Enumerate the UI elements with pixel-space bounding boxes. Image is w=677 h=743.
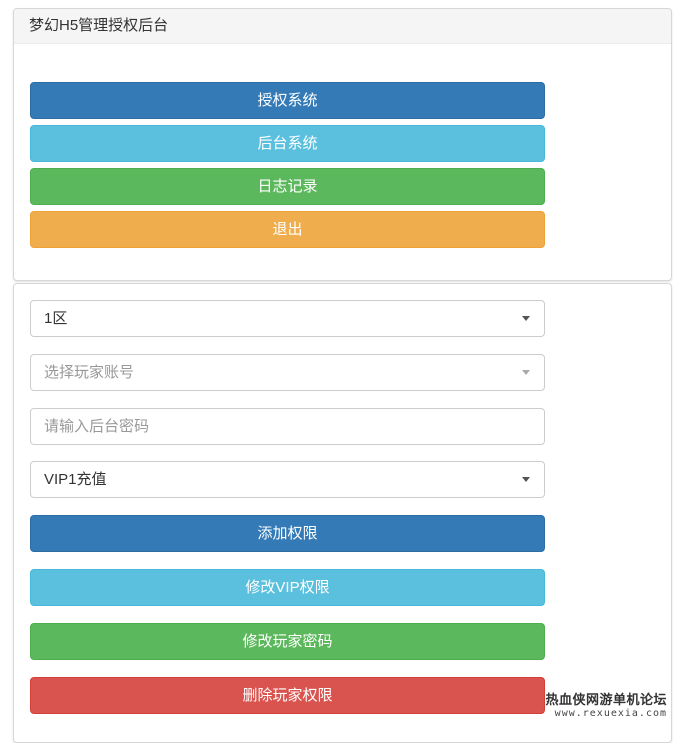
log-records-button[interactable]: 日志记录	[30, 168, 545, 205]
server-select-value: 1区	[44, 310, 68, 327]
player-account-placeholder: 选择玩家账号	[44, 364, 135, 381]
server-select[interactable]: 1区	[30, 300, 545, 337]
player-account-select[interactable]: 选择玩家账号	[30, 354, 545, 391]
add-permission-button[interactable]: 添加权限	[30, 515, 545, 552]
watermark-url: www.rexuexia.com	[554, 708, 667, 719]
backend-password-input[interactable]	[30, 408, 545, 445]
admin-menu-panel: 梦幻H5管理授权后台 授权系统 后台系统 日志记录 退出	[13, 8, 672, 281]
site-watermark: 热血侠网游单机论坛 www.rexuexia.com	[545, 689, 667, 719]
vip-level-select[interactable]: VIP1充值	[30, 461, 545, 498]
auth-system-button[interactable]: 授权系统	[30, 82, 545, 119]
chevron-down-icon	[522, 370, 530, 375]
delete-player-permission-button[interactable]: 删除玩家权限	[30, 677, 545, 714]
vip-level-select-value: VIP1充值	[44, 471, 107, 488]
backend-system-button[interactable]: 后台系统	[30, 125, 545, 162]
player-management-panel: 1区 选择玩家账号 VIP1充值 添加权限 修改VIP权限 修改玩家密码 删除玩…	[13, 283, 672, 743]
chevron-down-icon	[522, 316, 530, 321]
logout-button[interactable]: 退出	[30, 211, 545, 248]
modify-player-password-button[interactable]: 修改玩家密码	[30, 623, 545, 660]
panel-title: 梦幻H5管理授权后台	[14, 9, 671, 44]
modify-vip-button[interactable]: 修改VIP权限	[30, 569, 545, 606]
chevron-down-icon	[522, 477, 530, 482]
watermark-title: 热血侠网游单机论坛	[545, 693, 667, 708]
